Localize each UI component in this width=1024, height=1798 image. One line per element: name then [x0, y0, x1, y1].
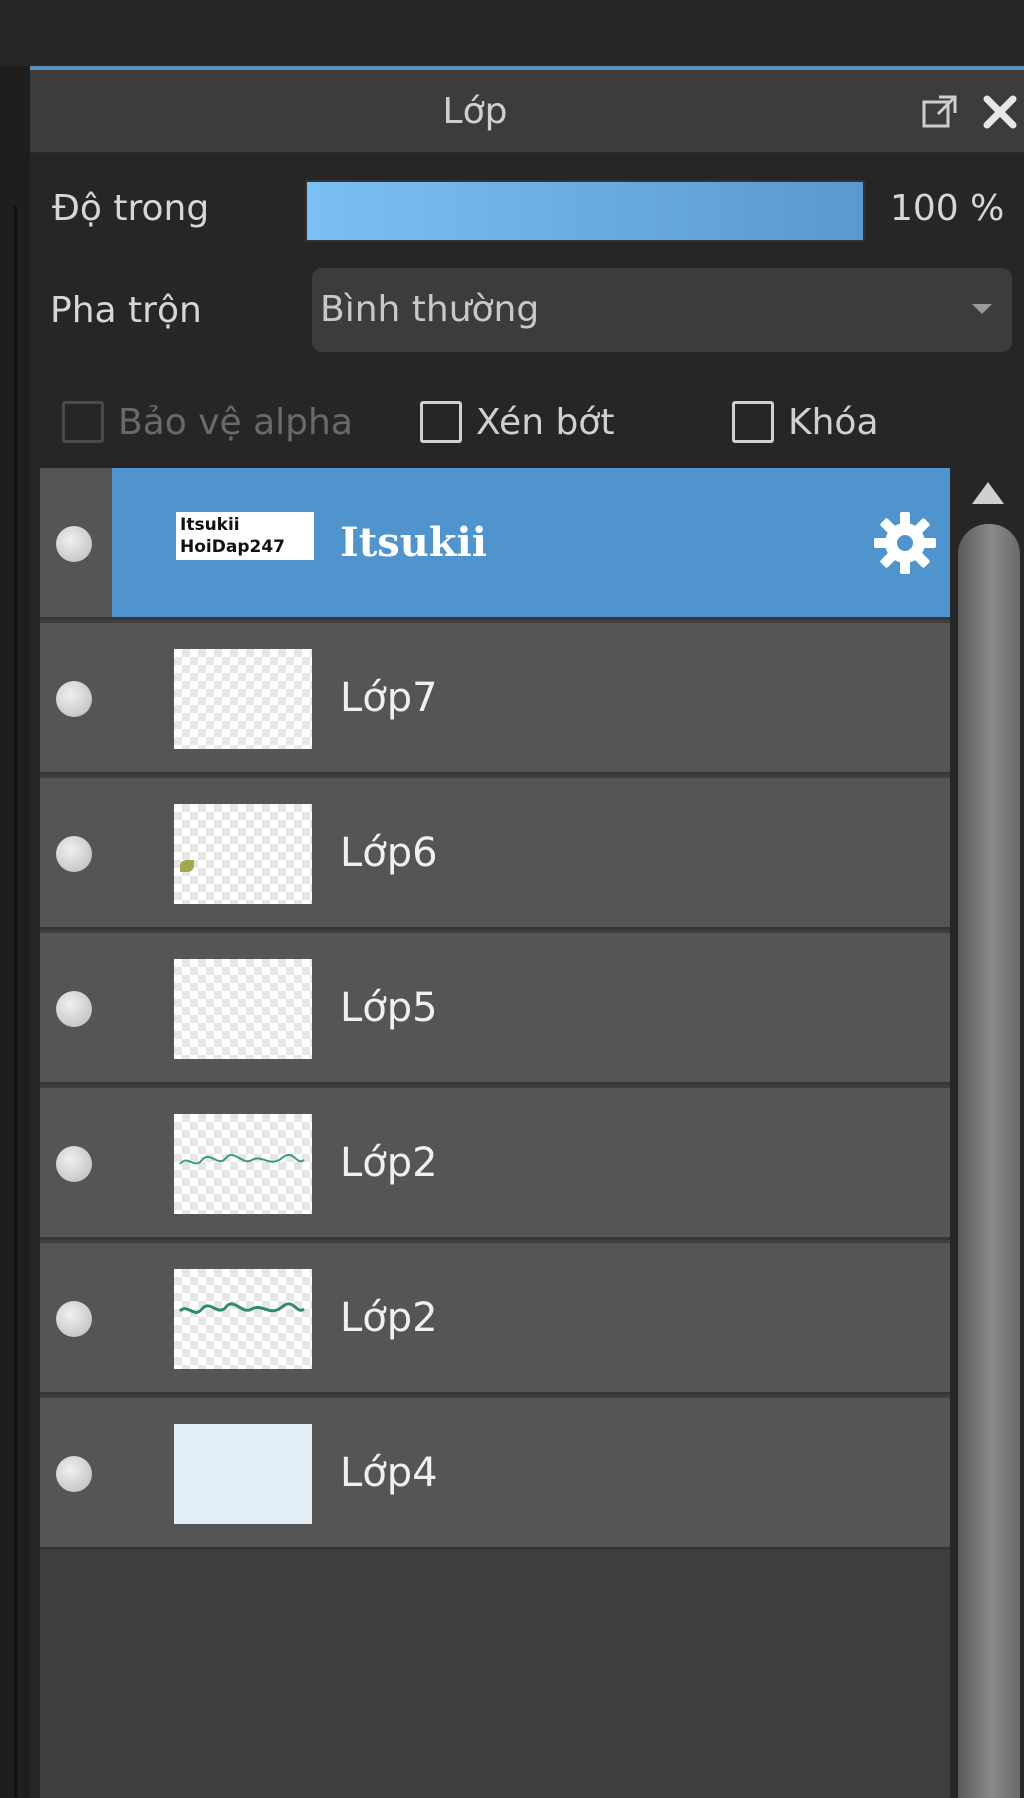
- visibility-toggle-icon[interactable]: [56, 836, 92, 872]
- layer-thumbnail: [174, 959, 312, 1059]
- layer-row[interactable]: Lớp4: [40, 1398, 950, 1550]
- thumbnail-text-line: Itsukii: [180, 515, 240, 535]
- chevron-down-icon: [972, 304, 992, 314]
- clipping-checkbox[interactable]: Xén bớt: [420, 392, 614, 452]
- blend-mode-select[interactable]: Bình thường: [312, 268, 1012, 352]
- opacity-value: 100 %: [890, 188, 1005, 229]
- panel-title: Lớp: [442, 91, 508, 132]
- layer-name: Itsukii: [340, 519, 487, 566]
- visibility-toggle-icon[interactable]: [56, 1456, 92, 1492]
- layer-thumbnail: [174, 1269, 312, 1369]
- gear-icon[interactable]: [870, 508, 940, 578]
- thumbnail-content: [180, 860, 194, 872]
- blend-mode-value: Bình thường: [320, 289, 540, 330]
- visibility-toggle-icon[interactable]: [56, 681, 92, 717]
- protect-alpha-label: Bảo vệ alpha: [118, 401, 353, 443]
- window-top-bar: [0, 0, 1024, 66]
- left-panel-edge: [0, 66, 30, 1798]
- protect-alpha-checkbox[interactable]: Bảo vệ alpha: [62, 392, 353, 452]
- layer-name: Lớp6: [340, 829, 438, 876]
- lock-label: Khóa: [788, 401, 879, 443]
- visibility-toggle-icon[interactable]: [56, 1301, 92, 1337]
- popout-icon[interactable]: [918, 90, 962, 134]
- layer-row[interactable]: Itsukii HoiDap247 Itsukii: [40, 468, 950, 620]
- lock-checkbox[interactable]: Khóa: [732, 392, 879, 452]
- layer-row[interactable]: Lớp2: [40, 1243, 950, 1395]
- layer-name: Lớp5: [340, 984, 438, 1031]
- divider: [14, 206, 17, 1798]
- clipping-label: Xén bớt: [476, 401, 615, 443]
- checkbox-box: [420, 401, 462, 443]
- visibility-toggle-icon[interactable]: [56, 1146, 92, 1182]
- checkbox-box: [732, 401, 774, 443]
- scrollbar-thumb[interactable]: [958, 524, 1020, 1798]
- layer-row[interactable]: Lớp7: [40, 623, 950, 775]
- visibility-toggle-icon[interactable]: [56, 991, 92, 1027]
- layer-name: Lớp7: [340, 674, 438, 721]
- thumbnail-content: [178, 1302, 305, 1314]
- thumbnail-text-line: HoiDap247: [180, 537, 285, 557]
- visibility-toggle-icon[interactable]: [56, 526, 92, 562]
- layer-thumbnail: [174, 1114, 312, 1214]
- checkbox-box: [62, 401, 104, 443]
- layer-thumbnail: [174, 1424, 312, 1524]
- layer-name: Lớp2: [340, 1139, 438, 1186]
- layer-name: Lớp2: [340, 1294, 438, 1341]
- opacity-label: Độ trong: [52, 188, 210, 229]
- opacity-slider-fill: [307, 182, 863, 240]
- layer-list-scrollbar[interactable]: [954, 468, 1024, 1798]
- thumbnail-content: [179, 1153, 305, 1165]
- thumbnail-text: Itsukii HoiDap247: [176, 512, 314, 560]
- layer-thumbnail: Itsukii HoiDap247: [176, 512, 314, 570]
- layer-list: Itsukii HoiDap247 Itsukii Lớp7 Lớp6 Lớp5…: [40, 468, 950, 1798]
- layer-row[interactable]: Lớp5: [40, 933, 950, 1085]
- blend-mode-label: Pha trộn: [50, 290, 202, 331]
- panel-header: Lớp: [30, 70, 1024, 154]
- layer-row[interactable]: Lớp2: [40, 1088, 950, 1240]
- layer-thumbnail: [174, 649, 312, 749]
- layer-thumbnail: [174, 804, 312, 904]
- close-icon[interactable]: [978, 90, 1022, 134]
- layers-panel: Lớp Độ trong 100 % Pha trộn Bình thường …: [30, 66, 1024, 1798]
- layer-name: Lớp4: [340, 1449, 438, 1496]
- scroll-up-icon[interactable]: [972, 482, 1004, 504]
- layer-row[interactable]: Lớp6: [40, 778, 950, 930]
- opacity-slider[interactable]: [305, 180, 865, 242]
